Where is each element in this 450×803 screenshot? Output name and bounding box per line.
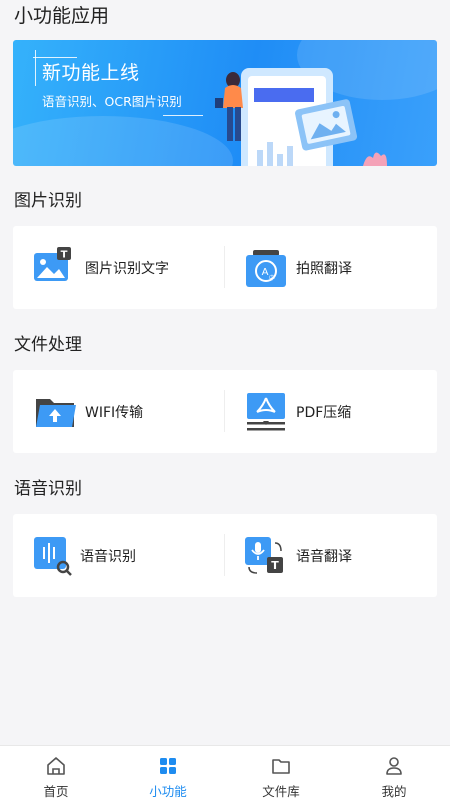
tab-label: 首页	[43, 784, 69, 799]
tab-label: 小功能	[149, 784, 187, 799]
svg-text:T: T	[271, 559, 279, 572]
voice-translate-icon: T	[245, 535, 287, 577]
grid-icon	[160, 758, 176, 774]
photo-translate-icon: A 中	[245, 247, 287, 289]
tile-label: 拍照翻译	[296, 260, 352, 277]
section-title-image: 图片识别	[14, 191, 82, 211]
tab-label: 文件库	[262, 784, 300, 799]
section-title-voice: 语音识别	[14, 479, 82, 499]
banner-illustration	[215, 68, 387, 166]
tile-label: 语音翻译	[296, 548, 352, 565]
banner-wave-decoration	[13, 116, 233, 166]
section-title-file: 文件处理	[14, 335, 82, 355]
card-divider	[224, 246, 225, 288]
tab-home[interactable]: 首页	[0, 746, 112, 803]
card-divider	[224, 534, 225, 576]
svg-text:T: T	[61, 249, 68, 260]
tile-wifi-transfer[interactable]: WIFI传输	[34, 370, 143, 453]
tile-label: 图片识别文字	[85, 260, 169, 277]
user-icon	[386, 757, 402, 775]
tile-pdf-compress[interactable]: PDF压缩	[245, 370, 351, 453]
pdf-compress-icon	[245, 391, 287, 433]
tile-voice-translate[interactable]: T 语音翻译	[245, 514, 352, 597]
image-card: T 图片识别文字 A 中 拍照翻译	[13, 226, 437, 309]
promo-banner[interactable]: 新功能上线 语音识别、OCR图片识别	[13, 40, 437, 166]
banner-line-decoration	[35, 50, 36, 86]
tab-mine[interactable]: 我的	[338, 746, 450, 803]
banner-title: 新功能上线	[42, 62, 140, 84]
svg-text:中: 中	[269, 274, 275, 282]
banner-subtitle: 语音识别、OCR图片识别	[42, 94, 182, 109]
tile-label: WIFI传输	[85, 404, 144, 421]
tile-image-text[interactable]: T 图片识别文字	[34, 226, 169, 309]
file-card: WIFI传输 PDF压缩	[13, 370, 437, 453]
banner-line-decoration	[163, 115, 203, 116]
home-icon	[47, 757, 65, 775]
tile-photo-translate[interactable]: A 中 拍照翻译	[245, 226, 352, 309]
banner-line-decoration	[33, 57, 77, 58]
voice-card: 语音识别 T 语音翻译	[13, 514, 437, 597]
bottom-tabbar: 首页 小功能 文件库 我的	[0, 745, 450, 803]
image-text-icon: T	[34, 246, 76, 289]
tile-label: PDF压缩	[296, 404, 352, 421]
tile-label: 语音识别	[80, 548, 136, 565]
card-divider	[224, 390, 225, 432]
tab-small-functions[interactable]: 小功能	[112, 746, 224, 803]
tab-file-library[interactable]: 文件库	[225, 746, 337, 803]
tile-voice-recognition[interactable]: 语音识别	[34, 514, 136, 597]
tab-label: 我的	[381, 784, 407, 799]
wifi-transfer-icon	[34, 391, 76, 433]
svg-text:A: A	[262, 267, 269, 278]
page-title: 小功能应用	[14, 5, 110, 27]
voice-recognition-icon	[34, 535, 72, 577]
folder-icon	[272, 759, 290, 774]
